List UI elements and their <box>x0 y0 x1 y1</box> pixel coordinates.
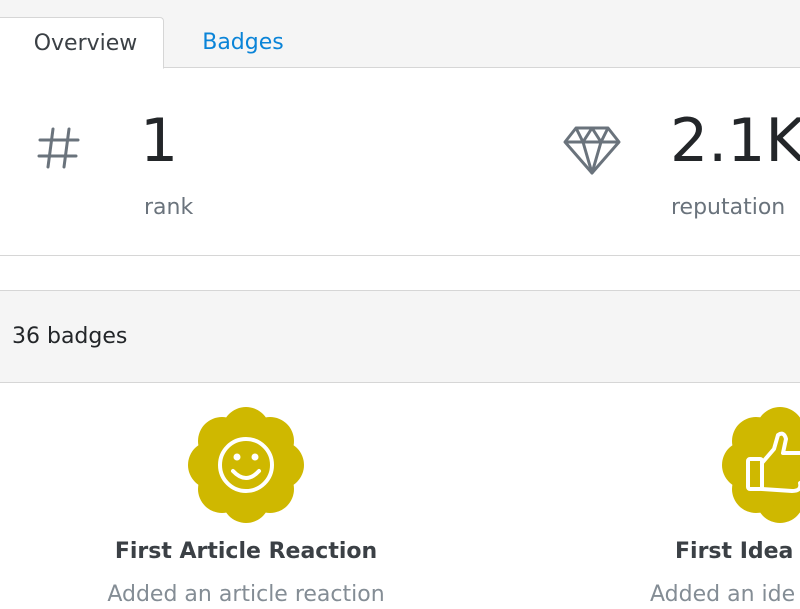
rank-value: 1 <box>140 106 179 176</box>
reputation-value: 2.1K <box>670 106 800 176</box>
tab-bar: Overview Badges <box>0 0 800 69</box>
badge-medal <box>188 407 304 523</box>
badge-medal <box>722 407 800 523</box>
diamond-icon <box>562 124 622 180</box>
badge-description: Added an article reaction <box>107 582 385 607</box>
badges-header: 36 badges <box>0 290 800 383</box>
reputation-label: reputation <box>671 195 786 220</box>
badge-card[interactable]: First Idea R Added an ide <box>600 383 800 607</box>
rank-label: rank <box>144 195 194 220</box>
badge-title: First Idea R <box>675 539 800 564</box>
tab-overview[interactable]: Overview <box>0 17 164 69</box>
hash-icon <box>36 125 82 175</box>
stats-panel: 1 rank 2.1K reputation <box>0 69 800 256</box>
badge-description: Added an ide <box>650 582 796 607</box>
tab-badges[interactable]: Badges <box>164 17 322 69</box>
badge-card[interactable]: First Article Reaction Added an article … <box>66 383 426 607</box>
badge-title: First Article Reaction <box>114 539 378 564</box>
badges-count: 36 badges <box>12 324 128 349</box>
